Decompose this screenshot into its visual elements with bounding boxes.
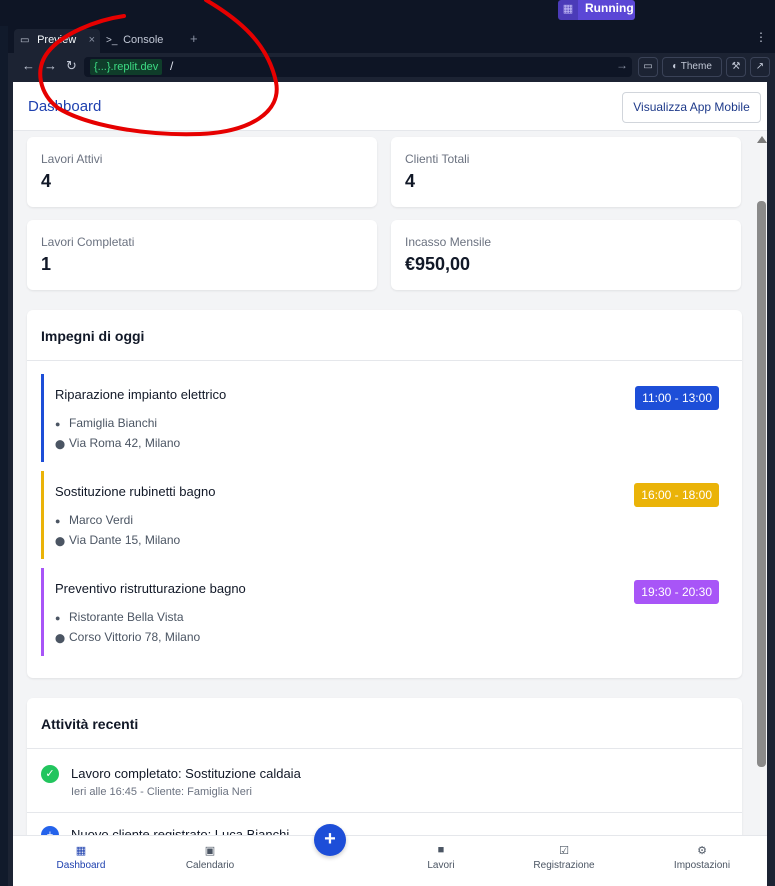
- card-title: Impegni di oggi: [41, 328, 145, 344]
- nav-item-settings[interactable]: ⚙ Impostazioni: [662, 844, 742, 871]
- nav-item-dashboard[interactable]: ▦ Dashboard: [41, 844, 121, 871]
- location-pin-icon: ⬤: [55, 536, 66, 546]
- nav-item-jobs[interactable]: ■ Lavori: [401, 844, 481, 871]
- left-rail: [0, 26, 8, 886]
- activity-meta: Ieri alle 16:45 - Cliente: Famiglia Neri: [71, 786, 252, 798]
- nav-label: Lavori: [427, 860, 455, 871]
- app-viewport: Dashboard Visualizza App Mobile Lavori A…: [13, 82, 767, 886]
- location-pin-icon: ⬤: [55, 633, 66, 643]
- add-tab-button[interactable]: +: [190, 31, 198, 46]
- appointment-address: Via Dante 15, Milano: [69, 533, 181, 547]
- user-icon: ●: [55, 419, 61, 429]
- stat-card-total-clients: Clienti Totali 4: [391, 137, 741, 207]
- stat-value: 4: [41, 171, 52, 191]
- reload-icon[interactable]: ↻: [66, 58, 77, 74]
- tab-preview[interactable]: ▭ Preview ×: [14, 29, 100, 53]
- app-header: Dashboard Visualizza App Mobile: [13, 82, 767, 131]
- back-icon[interactable]: ←: [22, 58, 35, 73]
- more-options-icon[interactable]: ⋮: [755, 30, 767, 44]
- workspace-topbar: ▦ Running: [0, 0, 775, 26]
- time-badge: 11:00 - 13:00: [635, 386, 719, 410]
- stat-value: €950,00: [405, 254, 471, 274]
- time-badge: 19:30 - 20:30: [634, 580, 719, 604]
- nav-item-calendar[interactable]: ▣ Calendario: [170, 844, 250, 871]
- appointment-client: Marco Verdi: [69, 513, 134, 527]
- stat-card-monthly-income: Incasso Mensile €950,00: [391, 220, 741, 290]
- go-icon[interactable]: →: [616, 58, 628, 72]
- add-button[interactable]: +: [314, 824, 346, 856]
- appointment-item[interactable]: Sostituzione rubinetti bagno ● Marco Verd…: [41, 471, 719, 559]
- monitor-icon: ▭: [20, 35, 30, 46]
- stat-label: Lavori Completati: [41, 235, 135, 249]
- url-host: {...}.replit.dev: [90, 59, 163, 75]
- url-input[interactable]: {...}.replit.dev / →: [84, 57, 632, 77]
- appointment-item[interactable]: Preventivo ristrutturazione bagno ● Risto…: [41, 568, 719, 656]
- nav-item-registration[interactable]: ☑ Registrazione: [524, 844, 604, 871]
- appointment-title: Sostituzione rubinetti bagno: [55, 484, 216, 499]
- grid-icon: ▦: [75, 845, 87, 857]
- scrollbar[interactable]: [756, 131, 767, 835]
- user-icon: ●: [55, 613, 61, 623]
- devtools-icon[interactable]: ⚒: [726, 57, 746, 77]
- nav-label: Registrazione: [533, 860, 595, 871]
- divider: [27, 812, 742, 813]
- appointment-address: Via Roma 42, Milano: [69, 436, 181, 450]
- browser-urlbar: ← → ↻ {...}.replit.dev / → ▭ ◐ Theme ⚒ ↗: [8, 53, 775, 81]
- url-path: /: [170, 59, 174, 73]
- calendar-icon: ▣: [204, 845, 216, 857]
- tab-console[interactable]: >_ Console: [102, 29, 188, 53]
- run-icon[interactable]: ▦: [558, 0, 578, 20]
- stat-label: Lavori Attivi: [41, 152, 103, 166]
- run-status-badge[interactable]: Running: [578, 0, 635, 20]
- scroll-up-arrow-icon[interactable]: [757, 136, 767, 143]
- tab-preview-label: Preview: [37, 34, 77, 46]
- tab-console-label: Console: [123, 34, 164, 46]
- stat-card-completed-jobs: Lavori Completati 1: [27, 220, 377, 290]
- divider: [27, 360, 742, 361]
- divider: [27, 748, 742, 749]
- card-title: Attività recenti: [41, 716, 139, 732]
- gear-icon: ⚙: [697, 845, 707, 857]
- appointment-title: Riparazione impianto elettrico: [55, 387, 227, 402]
- stat-card-active-jobs: Lavori Attivi 4: [27, 137, 377, 207]
- appointment-item[interactable]: Riparazione impianto elettrico ● Famiglia…: [41, 374, 719, 462]
- preview-pane: ▭ Preview × >_ Console + ⋮ ← → ↻ {...}.r…: [8, 26, 775, 886]
- location-pin-icon: ⬤: [55, 439, 66, 449]
- stat-label: Incasso Mensile: [405, 235, 492, 249]
- appointment-client: Ristorante Bella Vista: [69, 610, 184, 624]
- device-icon[interactable]: ▭: [638, 57, 658, 77]
- external-link-icon[interactable]: ↗: [750, 57, 770, 77]
- theme-button[interactable]: ◐ Theme: [662, 57, 722, 77]
- page-title: Dashboard: [28, 98, 102, 115]
- user-icon: ●: [55, 516, 61, 526]
- terminal-icon: >_: [106, 35, 118, 46]
- nav-label: Calendario: [185, 860, 235, 871]
- check-circle-icon: ✓: [41, 765, 59, 783]
- activity-title: Lavoro completato: Sostituzione caldaia: [71, 766, 301, 781]
- nav-label: Impostazioni: [673, 860, 731, 871]
- mobile-app-button[interactable]: Visualizza App Mobile: [622, 92, 761, 123]
- today-appointments-card: Impegni di oggi Riparazione impianto ele…: [27, 310, 742, 678]
- nav-label: Dashboard: [56, 860, 106, 871]
- appointment-client: Famiglia Bianchi: [69, 416, 158, 430]
- palette-icon: ◐: [672, 61, 679, 72]
- scrollbar-thumb[interactable]: [757, 201, 766, 767]
- appointment-title: Preventivo ristrutturazione bagno: [55, 581, 246, 596]
- time-badge: 16:00 - 18:00: [634, 483, 719, 507]
- appointment-address: Corso Vittorio 78, Milano: [69, 630, 201, 644]
- close-icon[interactable]: ×: [89, 29, 95, 51]
- forward-icon[interactable]: →: [44, 58, 57, 73]
- briefcase-icon: ■: [437, 844, 445, 856]
- stat-value: 1: [41, 254, 52, 274]
- clipboard-check-icon: ☑: [559, 845, 569, 857]
- bottom-navigation: ▦ Dashboard ▣ Calendario + ■ Lavori ☑ Re…: [13, 824, 767, 886]
- stat-label: Clienti Totali: [405, 152, 470, 166]
- stat-value: 4: [405, 171, 416, 191]
- pane-tabbar: ▭ Preview × >_ Console + ⋮: [8, 26, 775, 53]
- theme-label: Theme: [680, 61, 712, 72]
